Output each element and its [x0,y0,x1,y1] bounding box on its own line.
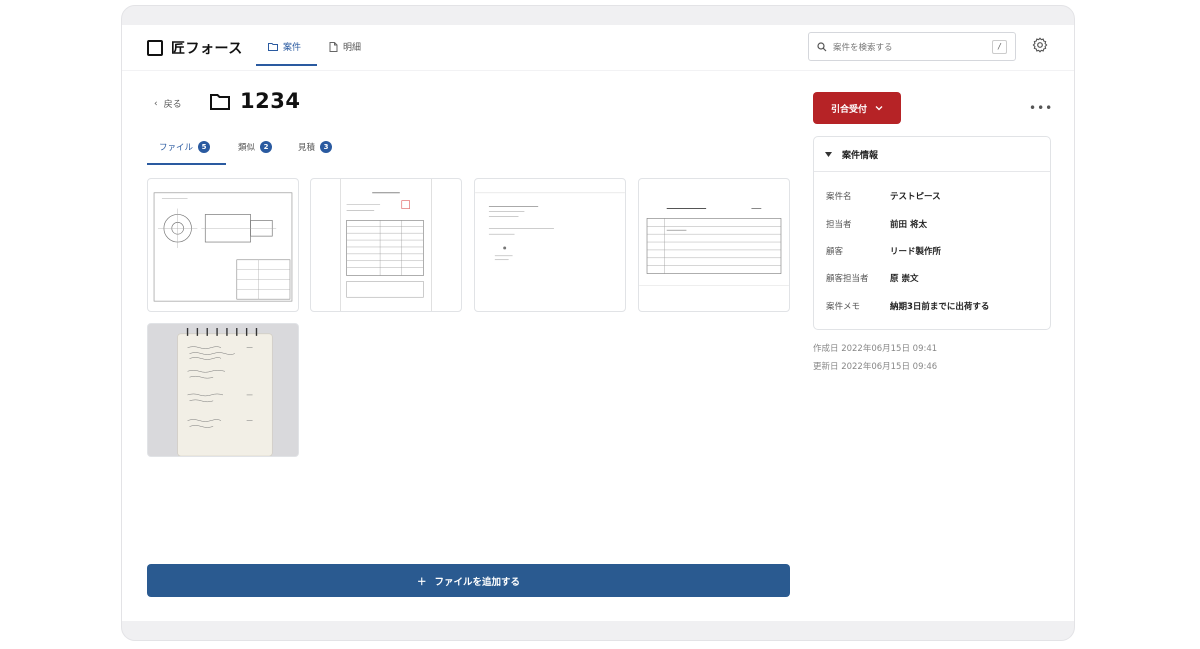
info-value: 原 崇文 [890,274,919,284]
file-thumbnail-drawing[interactable] [147,178,299,312]
page-title-text: 1234 [240,89,301,113]
case-info-heading: 案件情報 [842,150,879,161]
search-shortcut-key: / [992,39,1007,54]
search-placeholder: 案件を検索する [833,42,893,53]
tab-count-badge: 2 [260,141,273,153]
info-key: 案件メモ [826,302,861,312]
folder-icon [210,93,230,110]
info-value: テストピース [890,192,941,202]
logo-mark [147,40,163,56]
nav-tab-label: 案件 [283,43,302,53]
info-key: 顧客 [826,247,844,257]
document-icon [329,41,338,52]
chevron-down-icon [875,106,883,111]
plus-icon: ＋ [416,576,427,588]
back-link[interactable]: ‹ 戻る [154,97,182,111]
chevron-left-icon: ‹ [154,98,158,109]
settings-button[interactable] [1032,37,1048,57]
app-name: 匠フォース [171,41,243,57]
page-title: 1234 [210,89,300,113]
info-row-case-name: 案件名 テストピース [826,190,941,202]
back-label: 戻る [163,100,182,110]
info-row-memo: 案件メモ 納期3日前までに出荷する [826,300,989,312]
status-dropdown-button[interactable]: 引合受付 [813,92,901,124]
add-file-button[interactable]: ＋ ファイルを追加する [147,564,790,597]
tab-files[interactable]: ファイル 5 [159,141,211,153]
info-row-assignee: 担当者 前田 将太 [826,218,927,230]
search-input[interactable]: 案件を検索する / [808,32,1016,61]
tab-similar[interactable]: 類似 2 [238,141,273,153]
add-file-label: ファイルを追加する [434,576,521,588]
caret-down-icon [825,151,832,157]
header-divider [122,70,1074,71]
file-thumbnail-letter[interactable] [474,178,626,312]
nav-tab-label: 明細 [343,43,362,53]
form-preview [639,208,789,286]
invoice-preview [340,179,432,311]
drawing-preview [153,192,293,302]
info-row-customer-contact: 顧客担当者 原 崇文 [826,272,918,284]
file-thumbnail-invoice[interactable] [310,178,462,312]
app-screen: 匠フォース 案件 明細 案件を検索する / ‹ 戻る 1234 ファイル 5 類… [122,25,1074,621]
nav-active-indicator [256,64,317,66]
info-key: 顧客担当者 [826,274,869,284]
info-row-customer: 顧客 リード製作所 [826,245,941,257]
case-info-card: 案件情報 案件名 テストピース 担当者 前田 将太 顧客 リード製作所 顧客担当… [813,136,1051,330]
search-icon [817,41,827,51]
letter-preview [475,192,625,261]
notebook-photo [148,324,298,456]
app-frame: 匠フォース 案件 明細 案件を検索する / ‹ 戻る 1234 ファイル 5 類… [121,5,1075,641]
tab-active-indicator [147,163,226,165]
case-info-header[interactable]: 案件情報 [814,137,1050,172]
tab-quotes[interactable]: 見積 3 [298,141,333,153]
tab-label: ファイル [159,143,194,153]
updated-date: 更新日 2022年06月15日 09:46 [813,362,938,372]
status-label: 引合受付 [830,104,867,115]
info-key: 担当者 [826,220,852,230]
app-logo[interactable]: 匠フォース [147,38,243,58]
tab-count-badge: 5 [198,141,211,153]
file-thumbnail-form[interactable] [638,178,790,312]
file-thumbnail-notebook[interactable] [147,323,299,457]
info-value: リード製作所 [890,247,942,257]
gear-icon [1032,37,1048,53]
more-options-icon[interactable]: ••• [1029,101,1053,115]
folder-icon [268,43,278,51]
tab-label: 類似 [238,143,256,153]
created-date: 作成日 2022年06月15日 09:41 [813,344,938,354]
nav-tab-cases[interactable]: 案件 [268,40,301,53]
info-key: 案件名 [826,192,852,202]
nav-tab-details[interactable]: 明細 [329,40,361,53]
info-value: 納期3日前までに出荷する [890,302,990,312]
info-value: 前田 将太 [890,220,927,230]
tab-label: 見積 [298,143,316,153]
tab-count-badge: 3 [320,141,333,153]
